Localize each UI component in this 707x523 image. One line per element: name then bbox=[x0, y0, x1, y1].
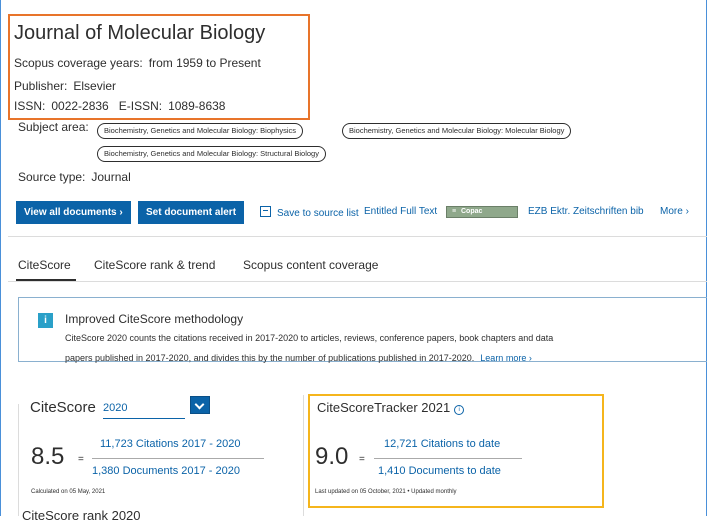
subject-chip-structural-biology[interactable]: Biochemistry, Genetics and Molecular Bio… bbox=[97, 146, 326, 162]
save-to-source-list-link[interactable]: Save to source list bbox=[260, 206, 359, 219]
chevron-down-icon[interactable] bbox=[190, 396, 210, 414]
issn-value: 0022-2836 bbox=[51, 99, 109, 113]
subject-area-label: Subject area: bbox=[18, 120, 89, 134]
tracker-updated-note: Last updated on 05 October, 2021 • Updat… bbox=[315, 489, 457, 495]
methodology-info-box: i Improved CiteScore methodology CiteSco… bbox=[18, 297, 707, 363]
more-link[interactable]: More › bbox=[660, 206, 689, 217]
source-type-line: Source type: Journal bbox=[18, 170, 131, 184]
publisher-line: Publisher: Elsevier bbox=[14, 79, 116, 93]
chevron-right-icon: › bbox=[528, 353, 532, 363]
learn-more-label: Learn more bbox=[480, 353, 527, 363]
view-all-documents-button[interactable]: View all documents › bbox=[16, 201, 131, 224]
citescore-citations-link[interactable]: 11,723 Citations 2017 - 2020 bbox=[100, 438, 240, 450]
tabs-divider bbox=[8, 281, 707, 282]
ezb-link[interactable]: EZB Ektr. Zeitschriften bib bbox=[528, 206, 644, 217]
copac-label: Copac bbox=[461, 208, 483, 215]
copac-logo-icon: ≡ bbox=[451, 208, 457, 215]
journal-title: Journal of Molecular Biology bbox=[14, 22, 266, 44]
citescore-year-select[interactable]: 2020 bbox=[103, 402, 127, 414]
issn-line: ISSN: 0022-2836 E-ISSN: 1089-8638 bbox=[14, 99, 225, 113]
citescore-year-underline bbox=[103, 418, 185, 419]
citescore-equals: = bbox=[78, 454, 84, 465]
info-circle-icon[interactable]: i bbox=[454, 405, 465, 415]
info-text-line-2: papers published in 2017-2020, and divid… bbox=[65, 353, 532, 363]
tracker-equals: = bbox=[359, 454, 365, 465]
info-text-line-2-body: papers published in 2017-2020, and divid… bbox=[65, 353, 475, 363]
coverage-line: Scopus coverage years: from 1959 to Prese… bbox=[14, 56, 261, 70]
info-icon: i bbox=[38, 313, 53, 328]
coverage-label: Scopus coverage years: bbox=[14, 56, 143, 70]
panel-separator bbox=[303, 395, 304, 516]
eissn-label: E-ISSN: bbox=[118, 99, 163, 113]
publisher-label: Publisher: bbox=[14, 79, 68, 93]
copac-button[interactable]: ≡ Copac bbox=[446, 206, 518, 218]
info-text-line-1: CiteScore 2020 counts the citations rece… bbox=[65, 333, 554, 343]
publisher-value: Elsevier bbox=[73, 79, 117, 93]
info-title: Improved CiteScore methodology bbox=[65, 312, 244, 326]
set-document-alert-button[interactable]: Set document alert bbox=[138, 201, 245, 224]
view-all-documents-label: View all documents bbox=[24, 207, 117, 218]
more-label: More bbox=[660, 206, 683, 217]
citescoretracker-label: CiteScoreTracker 2021 bbox=[317, 400, 451, 415]
subject-chip-biophysics[interactable]: Biochemistry, Genetics and Molecular Bio… bbox=[97, 123, 304, 139]
chevron-right-icon: › bbox=[119, 207, 123, 218]
tab-citescore[interactable]: CiteScore bbox=[18, 258, 71, 272]
citescore-documents-link[interactable]: 1,380 Documents 2017 - 2020 bbox=[92, 465, 240, 477]
tab-scopus-content-coverage[interactable]: Scopus content coverage bbox=[243, 258, 378, 272]
tracker-documents-link[interactable]: 1,410 Documents to date bbox=[378, 465, 501, 477]
source-type-label: Source type: bbox=[18, 170, 86, 184]
tab-citescore-rank-trend[interactable]: CiteScore rank & trend bbox=[94, 258, 215, 272]
learn-more-link[interactable]: Learn more › bbox=[480, 353, 532, 363]
tracker-citations-link[interactable]: 12,721 Citations to date bbox=[384, 438, 500, 450]
citescore-calculated-note: Calculated on 05 May, 2021 bbox=[31, 489, 106, 495]
entitled-full-text-link[interactable]: Entitled Full Text bbox=[364, 206, 437, 217]
coverage-value: from 1959 to Present bbox=[148, 56, 261, 70]
save-icon bbox=[260, 206, 271, 217]
citescore-value: 8.5 bbox=[31, 443, 65, 470]
subject-chip-molecular-biology[interactable]: Biochemistry, Genetics and Molecular Bio… bbox=[342, 123, 572, 139]
citescore-panel-border bbox=[18, 404, 19, 516]
citescore-label: CiteScore bbox=[30, 399, 96, 416]
issn-label: ISSN: bbox=[14, 99, 46, 113]
tracker-value: 9.0 bbox=[315, 443, 349, 470]
tracker-label-line: CiteScoreTracker 2021 i bbox=[317, 400, 465, 415]
tracker-fraction-line bbox=[374, 458, 522, 459]
section-divider bbox=[8, 236, 707, 237]
citescore-fraction-line bbox=[92, 458, 264, 459]
save-to-source-list-label: Save to source list bbox=[277, 208, 359, 219]
eissn-value: 1089-8638 bbox=[168, 99, 226, 113]
chevron-right-icon: › bbox=[685, 206, 689, 217]
source-type-value: Journal bbox=[91, 170, 131, 184]
